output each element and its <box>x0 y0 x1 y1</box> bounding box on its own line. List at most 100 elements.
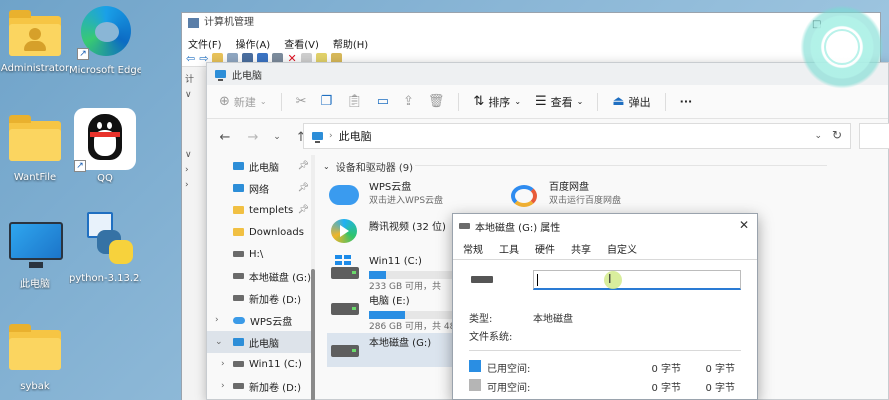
group-header-devices[interactable]: ⌄ 设备和驱动器 (9) <box>323 159 413 174</box>
nav-item-c-drive[interactable]: › Win11 (C:) <box>207 353 311 375</box>
tile-drive-g[interactable]: 本地磁盘 (G:) <box>327 333 467 367</box>
nav-item-wps-cloud[interactable]: › WPS云盘 <box>207 309 311 331</box>
nav-item-label: WPS云盘 <box>250 316 293 328</box>
network-icon <box>233 184 244 192</box>
tile-drive-e[interactable]: 电脑 (E:) 286 GB 可用，共 488 <box>329 295 461 334</box>
nav-item-h-drive[interactable]: H:\ <box>207 243 311 265</box>
tile-subtitle: 双击运行百度网盘 <box>549 196 622 206</box>
view-button[interactable]: ☰ 查看 ⌄ <box>535 94 583 110</box>
desktop-icon-label: WantFile <box>13 172 57 183</box>
tree-glyph[interactable]: › <box>185 165 206 175</box>
tree-glyph[interactable]: › <box>185 180 206 190</box>
view-icon: ☰ <box>535 94 547 109</box>
view-label: 查看 <box>550 95 573 109</box>
recent-chevron-icon[interactable]: ⌄ <box>273 132 281 142</box>
drive-icon <box>329 337 361 363</box>
chevron-down-icon: ⌄ <box>323 162 330 171</box>
dialog-tabs: 常规 工具 硬件 共享 自定义 <box>453 238 757 260</box>
free-space-label: 可用空间: <box>487 383 531 394</box>
chevron-right-icon[interactable]: › <box>221 359 225 369</box>
tree-glyph[interactable]: ∨ <box>185 90 206 100</box>
desktop-icon-python[interactable]: python-3.13.2... <box>69 212 141 284</box>
menu-view[interactable]: 查看(V) <box>284 36 319 51</box>
tree-pane: 计 ∨ ∨ › › <box>182 67 206 400</box>
tile-tencent-video[interactable]: 腾讯视频 (32 位) <box>329 217 446 243</box>
tab-tools[interactable]: 工具 <box>499 241 519 256</box>
desktop-icon-administrator[interactable]: Administrator <box>0 8 71 74</box>
navigation-pane: 此电脑 📌︎ 网络 📌︎ templets 📌︎ Downloads H:\ 本… <box>207 155 311 400</box>
nav-item-g-drive[interactable]: 本地磁盘 (G:) <box>207 265 311 287</box>
nav-item-this-pc[interactable]: 此电脑 📌︎ <box>207 155 311 177</box>
refresh-icon[interactable]: ↻ <box>832 128 842 142</box>
python-installer-icon <box>77 212 133 270</box>
new-button[interactable]: ⊕ 新建 ⌄ <box>219 94 267 110</box>
desktop-icon-wantfile[interactable]: WantFile <box>0 113 71 183</box>
nav-item-this-pc-tree[interactable]: ⌄ 此电脑 <box>207 331 311 353</box>
tile-name: 腾讯视频 (32 位) <box>369 222 446 233</box>
tree-glyph[interactable]: ∨ <box>185 150 206 160</box>
desktop-icon-this-pc[interactable]: 此电脑 <box>0 218 71 290</box>
search-input[interactable] <box>859 123 889 149</box>
nav-scrollbar-thumb[interactable] <box>311 269 315 400</box>
nav-item-label: 网络 <box>249 184 269 196</box>
drive-usage-bar <box>369 271 455 279</box>
eject-button[interactable]: ⏏ 弹出 <box>612 94 650 110</box>
nav-item-label: H:\ <box>249 248 264 260</box>
nav-item-label: templets <box>249 204 294 216</box>
tile-baidu-netdisk[interactable]: 百度网盘 双击运行百度网盘 <box>509 181 621 208</box>
desktop-icon-edge[interactable]: ↗ Microsoft Edge <box>69 6 141 76</box>
cut-icon[interactable]: ✂ <box>296 94 307 109</box>
back-icon[interactable]: ⇦ <box>186 52 195 65</box>
tab-hardware[interactable]: 硬件 <box>535 241 555 256</box>
volume-name-input[interactable] <box>533 270 741 290</box>
eject-icon: ⏏ <box>612 94 625 109</box>
tile-subtitle: 双击进入WPS云盘 <box>369 196 444 206</box>
desktop-icon-sybak[interactable]: sybak <box>0 322 71 392</box>
folder-icon <box>7 113 63 165</box>
rename-icon[interactable]: ▭ <box>377 94 389 109</box>
copy-icon[interactable]: ❐ <box>321 94 333 109</box>
windows-drive-icon <box>329 255 361 281</box>
tab-customize[interactable]: 自定义 <box>607 241 637 256</box>
nav-item-label: 本地磁盘 (G:) <box>248 272 311 284</box>
free-space-size: 0 字节 <box>705 383 735 394</box>
tile-drive-c[interactable]: Win11 (C:) 233 GB 可用，共 <box>329 255 455 294</box>
chevron-right-icon[interactable]: › <box>215 315 219 325</box>
drive-usage-fill <box>369 271 387 279</box>
back-arrow-icon[interactable]: ← <box>217 130 233 145</box>
chevron-right-icon[interactable]: › <box>221 381 225 391</box>
nav-item-templets[interactable]: templets 📌︎ <box>207 199 311 221</box>
chevron-down-icon[interactable]: ⌄ <box>215 337 223 347</box>
chevron-down-icon[interactable]: ⌄ <box>814 131 822 141</box>
desktop-icon-label: Microsoft Edge <box>69 65 141 76</box>
drive-icon <box>329 295 361 321</box>
nav-item-label: 此电脑 <box>249 162 279 174</box>
tab-sharing[interactable]: 共享 <box>571 241 591 256</box>
forward-arrow-icon[interactable]: → <box>245 130 261 145</box>
paste-icon[interactable]: 📋︎ <box>346 94 363 109</box>
more-options-button[interactable]: ··· <box>680 95 693 108</box>
nav-item-d-drive-tree[interactable]: › 新加卷 (D:) <box>207 375 311 397</box>
tile-name: 电脑 (E:) <box>369 296 410 307</box>
text-caret <box>537 274 538 286</box>
tab-general[interactable]: 常规 <box>463 241 483 256</box>
nav-item-network[interactable]: 网络 📌︎ <box>207 177 311 199</box>
shortcut-arrow-icon: ↗ <box>74 160 86 172</box>
sort-button[interactable]: ⇅ 排序 ⌄ <box>473 94 521 110</box>
menu-file[interactable]: 文件(F) <box>188 36 222 51</box>
free-space-row: 可用空间: 0 字节 0 字节 <box>469 379 745 394</box>
address-bar[interactable]: › 此电脑 ⌄ ↻ <box>303 123 851 149</box>
nav-item-downloads[interactable]: Downloads <box>207 221 311 243</box>
pin-icon: 📌︎ <box>297 161 309 171</box>
desktop-icon-qq[interactable]: ↗ QQ <box>69 108 141 184</box>
trash-icon[interactable]: 🗑︎ <box>428 94 445 109</box>
pin-icon: 📌︎ <box>297 205 309 215</box>
menu-action[interactable]: 操作(A) <box>236 36 271 51</box>
desktop-icon-label: 此电脑 <box>20 279 50 290</box>
close-icon[interactable]: ✕ <box>739 218 749 232</box>
tile-wps-cloud[interactable]: WPS云盘 双击进入WPS云盘 <box>329 181 443 208</box>
nav-item-d-drive[interactable]: 新加卷 (D:) <box>207 287 311 309</box>
drive-icon <box>233 383 244 389</box>
share-icon[interactable]: ⇪ <box>403 94 414 109</box>
menu-help[interactable]: 帮助(H) <box>333 36 368 51</box>
